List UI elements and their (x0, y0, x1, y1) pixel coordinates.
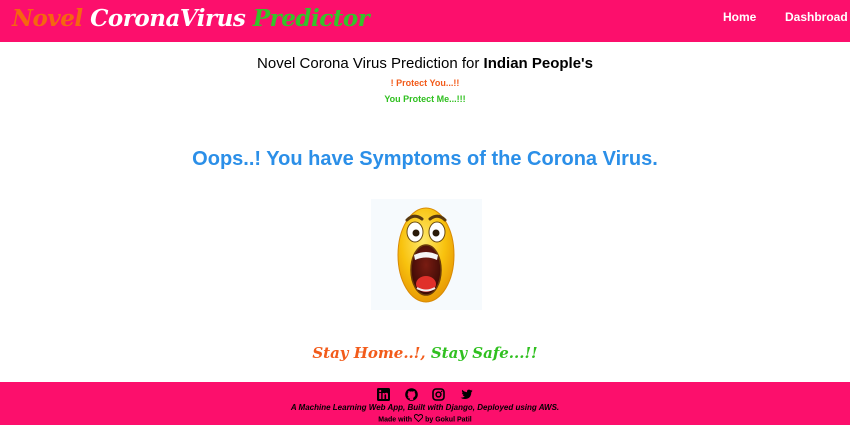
heading-prefix: Novel Corona Virus Prediction for (257, 55, 480, 72)
heart-icon (413, 414, 424, 425)
brand-word-predictor: Predictor (252, 5, 370, 32)
twitter-icon[interactable] (460, 388, 473, 401)
stay-home-safe-text: Stay Home..!, Stay Safe...!! (0, 343, 850, 363)
instagram-icon[interactable] (432, 388, 446, 401)
footer-tagline: A Machine Learning Web App, Built with D… (290, 403, 560, 412)
github-icon[interactable] (404, 388, 418, 401)
prediction-result-text: Oops..! You have Symptoms of the Corona … (192, 148, 658, 170)
brand-word-novel: Novel (12, 5, 83, 32)
heading-bold: Indian People's (483, 55, 593, 72)
stay-safe-text: Stay Safe...!! (430, 344, 538, 362)
credit-suffix: by Gokul Patil (425, 416, 472, 424)
stay-separator: , (420, 344, 426, 362)
protect-me-text: You Protect Me...!!! (384, 94, 466, 104)
brand-word-coronavirus: CoronaVirus (90, 5, 246, 32)
footer-credit: Made with by Gokul Patil (0, 414, 850, 425)
social-links (0, 388, 850, 402)
brand-logo[interactable]: Novel CoronaVirus Predictor (12, 4, 370, 34)
stay-home-text: Stay Home..! (312, 344, 421, 362)
nav-dashboard-link[interactable]: Dashbroad (785, 10, 848, 24)
footer: A Machine Learning Web App, Built with D… (0, 382, 850, 425)
linkedin-icon[interactable] (377, 388, 391, 401)
page-heading: Novel Corona Virus Prediction for Indian… (0, 55, 850, 73)
navbar: Novel CoronaVirus Predictor Home Dashbro… (0, 0, 850, 42)
credit-prefix: Made with (378, 416, 413, 424)
nav-home-link[interactable]: Home (723, 10, 756, 24)
protect-you-text: ! Protect You...!! (390, 78, 460, 88)
shocked-face-emoji-icon (371, 199, 482, 310)
